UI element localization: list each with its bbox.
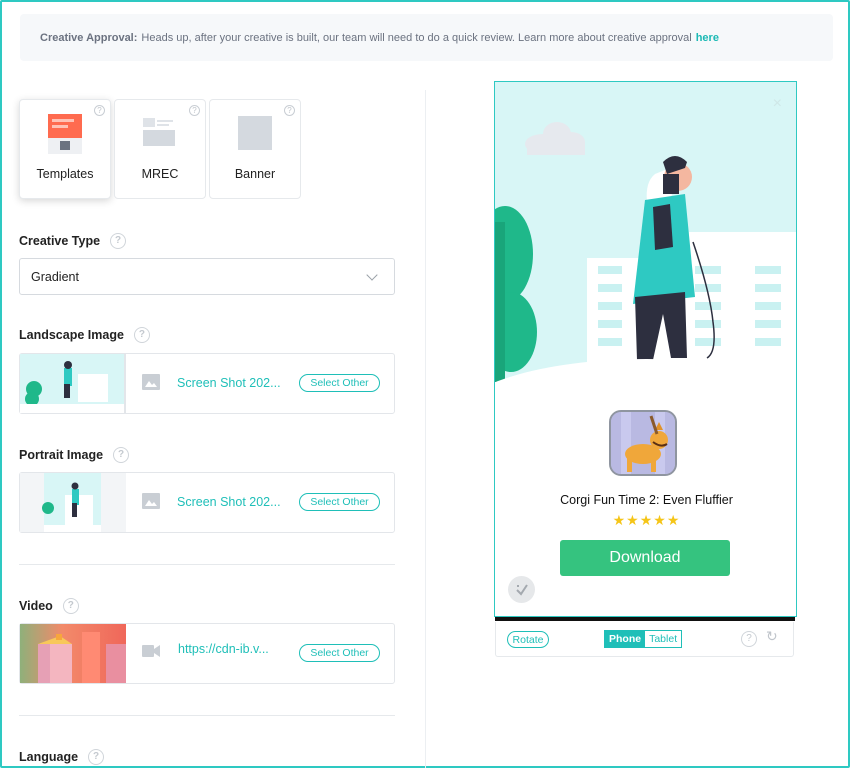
landscape-select-other-button[interactable]: Select Other: [299, 374, 380, 392]
landscape-filename: Screen Shot 202...: [177, 376, 281, 390]
column-divider: [425, 90, 426, 768]
format-label: MREC: [141, 167, 179, 181]
language-label: Language: [19, 750, 79, 764]
help-icon[interactable]: ?: [94, 105, 105, 116]
device-toggle: Phone Tablet: [604, 630, 683, 648]
help-icon[interactable]: ?: [110, 233, 127, 249]
video-label: Video: [19, 599, 53, 613]
help-icon[interactable]: ?: [62, 598, 79, 614]
help-icon[interactable]: ?: [741, 631, 757, 647]
rating-stars: ★★★★★: [612, 512, 681, 528]
refresh-icon[interactable]: ↻: [766, 629, 778, 643]
landscape-label: Landscape Image: [19, 328, 124, 342]
video-url: https://cdn-ib.v...: [178, 642, 269, 656]
portrait-label: Portrait Image: [19, 448, 104, 462]
ad-preview-phone: × Corgi Fun Time 2: Even Fluffier ★★★★★ …: [494, 81, 797, 617]
tablet-toggle[interactable]: Tablet: [645, 631, 682, 647]
notice-title: Creative Approval:: [40, 31, 138, 44]
mrec-thumb-icon: [143, 114, 177, 154]
landscape-heading: Landscape Image ?: [19, 327, 150, 343]
download-button[interactable]: Download: [560, 540, 730, 576]
help-icon[interactable]: ?: [284, 105, 295, 116]
notice-text: Heads up, after your creative is built, …: [141, 31, 692, 44]
notice-link[interactable]: here: [696, 32, 719, 44]
image-icon: [142, 374, 160, 395]
phone-bottom-bar: [495, 617, 795, 621]
landscape-image-row: Screen Shot 202... Select Other: [19, 353, 395, 414]
app-title: Corgi Fun Time 2: Even Fluffier: [560, 493, 733, 507]
chevron-down-icon: [366, 269, 378, 281]
hero-illustration: [495, 122, 796, 392]
close-icon[interactable]: ×: [773, 96, 782, 112]
templates-thumb-icon: [48, 114, 82, 154]
video-camera-icon: [142, 644, 160, 663]
format-label: Templates: [36, 167, 94, 181]
creative-type-value: Gradient: [31, 269, 79, 284]
help-icon[interactable]: ?: [189, 105, 200, 116]
section-divider: [19, 564, 395, 565]
banner-thumb-icon: [238, 114, 272, 154]
rotate-button[interactable]: Rotate: [507, 631, 549, 648]
video-thumbnail: [20, 624, 126, 683]
phone-toggle[interactable]: Phone: [605, 631, 646, 647]
image-icon: [142, 493, 160, 514]
video-select-other-button[interactable]: Select Other: [299, 644, 380, 662]
portrait-thumbnail: [20, 473, 126, 532]
help-icon[interactable]: ?: [88, 749, 105, 765]
help-icon[interactable]: ?: [113, 447, 130, 463]
format-card-banner[interactable]: ? Banner: [209, 99, 301, 199]
portrait-image-row: Screen Shot 202... Select Other: [19, 472, 395, 533]
ad-badge-icon: [508, 576, 535, 603]
section-divider: [19, 715, 395, 716]
format-card-mrec[interactable]: ? MREC: [114, 99, 206, 199]
video-row: https://cdn-ib.v... Select Other: [19, 623, 395, 684]
portrait-heading: Portrait Image ?: [19, 447, 130, 463]
app-icon: [609, 410, 677, 476]
help-icon[interactable]: ?: [133, 327, 150, 343]
portrait-select-other-button[interactable]: Select Other: [299, 493, 380, 511]
creative-type-select[interactable]: Gradient: [19, 258, 395, 295]
video-heading: Video ?: [19, 598, 79, 614]
creative-type-label: Creative Type: [19, 234, 101, 248]
creative-type-heading: Creative Type ?: [19, 233, 127, 249]
preview-controls: Rotate Phone Tablet ? ↻: [495, 622, 794, 657]
landscape-thumbnail: [20, 354, 126, 413]
format-label: Banner: [234, 167, 276, 181]
format-card-templates[interactable]: ? Templates: [19, 99, 111, 199]
language-heading: Language ?: [19, 749, 105, 765]
portrait-filename: Screen Shot 202...: [177, 495, 281, 509]
creative-approval-notice: Creative Approval: Heads up, after your …: [20, 14, 833, 61]
